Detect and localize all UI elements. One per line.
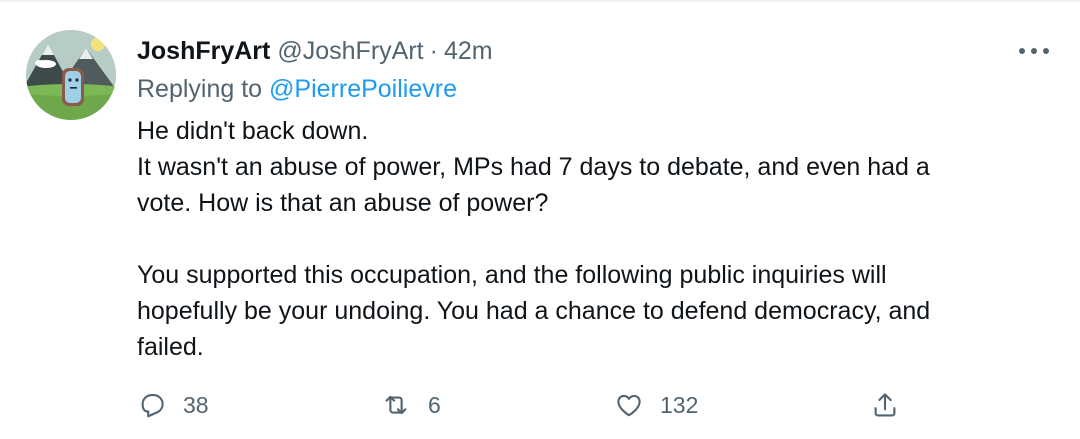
author-display-name[interactable]: JoshFryArt bbox=[137, 34, 270, 68]
reply-count: 38 bbox=[183, 391, 209, 418]
replying-to: Replying to @PierrePoilievre bbox=[137, 72, 457, 106]
tweet-text-line: He didn't back down. bbox=[137, 117, 369, 145]
heart-icon bbox=[614, 390, 644, 420]
replying-to-label: Replying to bbox=[137, 75, 263, 103]
more-horizontal-icon bbox=[1019, 48, 1049, 54]
like-button[interactable]: 132 bbox=[614, 385, 698, 425]
author-handle[interactable]: @JoshFryArt bbox=[277, 34, 423, 68]
more-options-button[interactable] bbox=[1014, 36, 1054, 66]
retweet-button[interactable]: 6 bbox=[380, 385, 441, 425]
tweet-text-line: It wasn't an abuse of power, MPs had 7 d… bbox=[137, 153, 930, 181]
timestamp[interactable]: 42m bbox=[444, 34, 493, 68]
share-icon bbox=[870, 390, 900, 420]
share-button[interactable] bbox=[870, 385, 900, 425]
tweet-text: He didn't back down. It wasn't an abuse … bbox=[137, 113, 1037, 365]
tweet-text-line: hopefully be your undoing. You had a cha… bbox=[137, 297, 931, 325]
tweet[interactable]: JoshFryArt @JoshFryArt · 42m Replying to… bbox=[0, 0, 1080, 439]
tweet-text-line: failed. bbox=[137, 333, 204, 361]
tweet-text-line: You supported this occupation, and the f… bbox=[137, 261, 887, 289]
tweet-actions: 38 6 132 bbox=[0, 385, 1080, 425]
header-separator: · bbox=[429, 37, 438, 65]
tweet-header: JoshFryArt @JoshFryArt · 42m bbox=[137, 34, 493, 68]
avatar[interactable] bbox=[26, 30, 116, 120]
tweet-text-line: vote. How is that an abuse of power? bbox=[137, 189, 549, 217]
avatar-image bbox=[26, 30, 116, 120]
reply-button[interactable]: 38 bbox=[137, 385, 209, 425]
replying-to-mention-link[interactable]: @PierrePoilievre bbox=[269, 75, 457, 103]
reply-icon bbox=[137, 390, 167, 420]
retweet-icon bbox=[380, 390, 412, 420]
like-count: 132 bbox=[660, 391, 699, 418]
retweet-count: 6 bbox=[428, 391, 441, 418]
